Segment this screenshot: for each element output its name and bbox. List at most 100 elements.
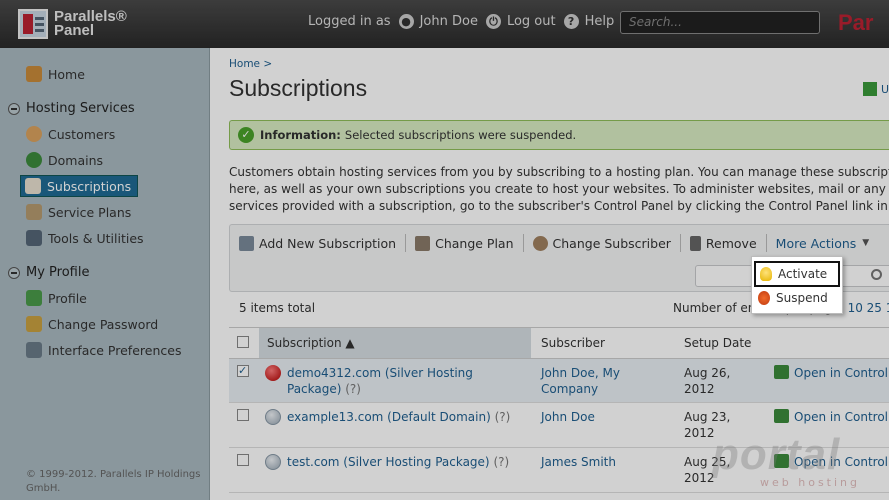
brand-logo-right: Par [838, 10, 874, 35]
add-subscription-icon [239, 235, 254, 251]
logo-icon [18, 9, 48, 39]
check-icon: ✓ [238, 127, 254, 143]
search-input[interactable]: Search... [620, 11, 820, 34]
watermark-subtitle: web hosting [760, 476, 860, 489]
table-header-row: Subscription ▲ Subscriber Setup Date [229, 327, 889, 359]
subscriber-link[interactable]: John Doe, My Company [531, 358, 674, 403]
subscription-link[interactable]: test.com (Silver Hosting Package) [287, 455, 490, 469]
column-subscriber[interactable]: Subscriber [531, 327, 674, 359]
logged-in-label: Logged in as [308, 14, 391, 29]
sidebar-item-customers[interactable]: Customers [26, 126, 115, 142]
add-subscription-button[interactable]: Add New Subscription [230, 234, 407, 252]
row-checkbox[interactable] [237, 454, 249, 466]
sidebar-section-label: Hosting Services [26, 101, 135, 116]
table-row[interactable]: demo4312.com (Silver HostingPackage) (?)… [229, 358, 889, 403]
key-icon [26, 316, 42, 332]
upgrade-link[interactable]: U [862, 82, 889, 96]
top-links: Logged in as ● John Doe ⏻ Log out ? Help [308, 14, 614, 29]
collapse-icon [8, 102, 20, 115]
open-panel-icon [774, 409, 789, 423]
parallels-logo[interactable]: Parallels® Panel [18, 9, 127, 39]
sidebar-item-label: Interface Preferences [48, 342, 182, 358]
help-hint[interactable]: (?) [493, 455, 509, 469]
active-status-icon [265, 409, 281, 425]
customer-icon [26, 126, 42, 142]
user-name-link[interactable]: John Doe [420, 14, 478, 29]
more-actions-menu: Activate Suspend [751, 256, 843, 314]
sidebar-item-label: Service Plans [48, 204, 132, 220]
sidebar-item-profile[interactable]: Profile [26, 290, 87, 306]
sidebar-item-label: Domains [48, 152, 104, 168]
open-control-panel-link[interactable]: Open in Control [764, 358, 889, 403]
power-icon: ⏻ [485, 14, 501, 29]
sidebar-item-domains[interactable]: Domains [26, 152, 103, 168]
domain-icon [26, 152, 42, 168]
subscription-link[interactable]: demo4312.com (Silver Hosting Package) [265, 366, 473, 396]
sidebar-item-tools-utilities[interactable]: Tools & Utilities [26, 230, 144, 246]
page-description: Customers obtain hosting services from y… [229, 165, 889, 213]
menu-item-activate[interactable]: Activate [754, 261, 840, 287]
change-subscriber-button[interactable]: Change Subscriber [524, 234, 681, 252]
breadcrumb[interactable]: Home > [229, 58, 272, 70]
remove-button[interactable]: Remove [681, 234, 767, 252]
lightbulb-icon [760, 267, 772, 281]
active-status-icon [265, 454, 281, 470]
page-title: Subscriptions [229, 75, 368, 101]
sidebar-item-label: Tools & Utilities [48, 230, 144, 246]
logout-link[interactable]: Log out [507, 14, 556, 29]
sidebar-item-service-plans[interactable]: Service Plans [26, 204, 131, 220]
chevron-down-icon: ▼ [862, 238, 870, 248]
sidebar-item-subscriptions[interactable]: Subscriptions [20, 175, 139, 197]
help-hint[interactable]: (?) [495, 410, 511, 424]
column-subscription[interactable]: Subscription ▲ [259, 327, 531, 359]
home-icon [26, 66, 42, 82]
items-total: 5 items total [239, 301, 316, 315]
sidebar-item-change-password[interactable]: Change Password [26, 316, 158, 332]
sidebar-item-interface-preferences[interactable]: Interface Preferences [26, 342, 181, 358]
upgrade-icon [862, 82, 877, 96]
suspended-status-icon [265, 365, 281, 381]
more-actions-button[interactable]: More Actions ▼ [767, 234, 879, 252]
subscriber-link[interactable]: John Doe [531, 402, 674, 448]
logo-line2: Panel [54, 22, 95, 39]
subscriber-link[interactable]: James Smith [531, 447, 674, 493]
preferences-icon [26, 342, 42, 358]
subscription-link[interactable]: example13.com (Default Domain) [287, 410, 491, 424]
sidebar-item-label: Customers [48, 126, 116, 142]
select-all-checkbox[interactable] [237, 335, 249, 348]
trash-icon [689, 235, 701, 251]
open-panel-icon [774, 365, 789, 379]
suspend-icon [758, 291, 770, 305]
sidebar-item-label: Change Password [48, 316, 159, 332]
user-icon: ● [398, 14, 414, 29]
per-page-options[interactable]: 10 25 1 [848, 301, 889, 315]
sidebar-item-label: Profile [48, 290, 87, 306]
tools-icon [26, 230, 42, 246]
watermark-logo: portal [712, 430, 841, 479]
column-setup-date[interactable]: Setup Date [674, 327, 764, 359]
help-icon: ? [563, 14, 579, 29]
sidebar-section-label: My Profile [26, 265, 90, 280]
sort-asc-icon: ▲ [345, 336, 355, 350]
menu-item-suspend[interactable]: Suspend [754, 287, 840, 309]
sidebar-section-my-profile[interactable]: My Profile [8, 265, 89, 280]
sidebar-section-hosting-services[interactable]: Hosting Services [8, 101, 135, 116]
subscription-icon [25, 178, 41, 194]
sidebar: Home Hosting Services Customers Domains … [0, 48, 210, 500]
change-plan-icon [415, 235, 431, 251]
sidebar-item-home[interactable]: Home [26, 66, 85, 82]
help-link[interactable]: Help [585, 14, 615, 29]
row-checkbox[interactable] [237, 409, 249, 421]
search-icon[interactable] [871, 269, 882, 280]
copyright: © 1999-2012. Parallels IP Holdings GmbH. [26, 469, 201, 494]
change-subscriber-icon [532, 235, 548, 251]
sidebar-item-label: Subscriptions [47, 178, 132, 194]
profile-icon [26, 290, 42, 306]
info-label: Information: [260, 128, 341, 142]
collapse-icon [8, 266, 20, 279]
column-actions [764, 327, 889, 359]
change-plan-button[interactable]: Change Plan [406, 234, 524, 252]
service-plan-icon [26, 204, 42, 220]
row-checkbox[interactable] [237, 363, 249, 379]
help-hint[interactable]: (?) [345, 382, 361, 396]
